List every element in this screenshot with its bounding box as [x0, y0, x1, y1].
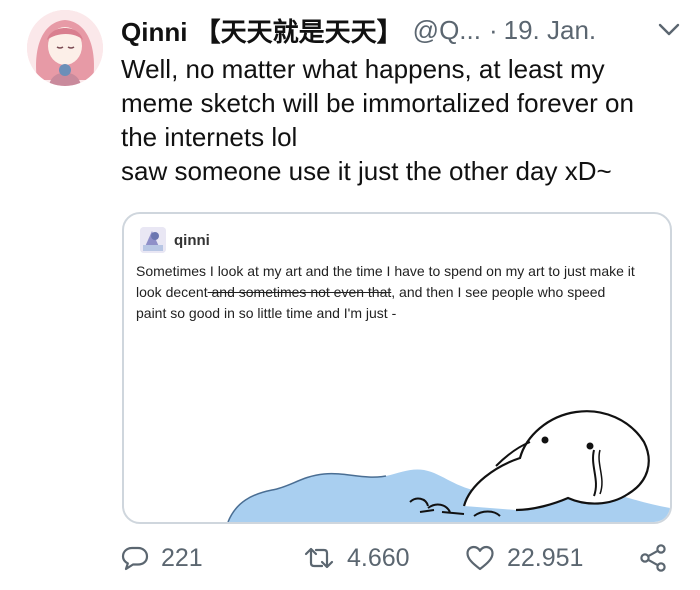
embedded-post-line: Sometimes I look at my art and the time … [136, 263, 635, 279]
separator-dot: · [488, 14, 498, 45]
tweet-text-line: saw someone use it just the other day xD… [121, 156, 612, 186]
tweet-text-line: meme sketch will be immortalized forever… [121, 88, 634, 118]
reply-button[interactable]: 221 [121, 538, 203, 578]
chevron-down-icon[interactable] [657, 18, 681, 42]
tweet-actions: 221 4.660 22.951 [121, 538, 681, 578]
display-name[interactable]: Qinni 【天天就是天天】 [121, 12, 403, 49]
struck-text: and sometimes not even that [207, 284, 392, 300]
meme-drawing [227, 410, 670, 522]
embedded-image-card[interactable]: qinni Sometimes I look at my art and the… [122, 212, 672, 524]
embedded-post-user: qinni [140, 227, 210, 253]
embedded-post-text: Sometimes I look at my art and the time … [136, 261, 656, 324]
reply-count: 221 [161, 543, 203, 572]
embedded-post-line: paint so good in so little time and I'm … [136, 305, 397, 321]
tweet-text-line: Well, no matter what happens, at least m… [121, 54, 605, 84]
embedded-post-username: qinni [174, 231, 210, 249]
tweet-text: Well, no matter what happens, at least m… [121, 52, 681, 188]
user-handle[interactable]: @Q... [413, 15, 481, 46]
speech-bubble-icon [121, 544, 149, 572]
heart-icon [465, 544, 495, 572]
like-button[interactable]: 22.951 [465, 538, 583, 578]
retweet-icon [303, 544, 335, 572]
embedded-post-avatar [140, 227, 166, 253]
retweet-button[interactable]: 4.660 [303, 538, 410, 578]
embedded-post-line: look decent and sometimes not even that,… [136, 282, 656, 303]
avatar-image [27, 10, 103, 86]
tweet-text-line: the internets lol [121, 122, 298, 152]
retweet-count: 4.660 [347, 543, 410, 572]
tweet-header: Qinni 【天天就是天天】 @Q... · 19. Jan. [121, 12, 681, 48]
avatar[interactable] [27, 10, 103, 86]
tweet-date[interactable]: 19. Jan. [504, 15, 597, 46]
tweet: Qinni 【天天就是天天】 @Q... · 19. Jan. Well, no… [0, 0, 700, 590]
share-button[interactable] [638, 538, 668, 578]
like-count: 22.951 [507, 543, 584, 572]
embedded-post-text-segment: look decent [136, 284, 208, 300]
embedded-post-text-segment: , and then I see people who speed [391, 284, 606, 300]
share-icon [638, 543, 668, 573]
